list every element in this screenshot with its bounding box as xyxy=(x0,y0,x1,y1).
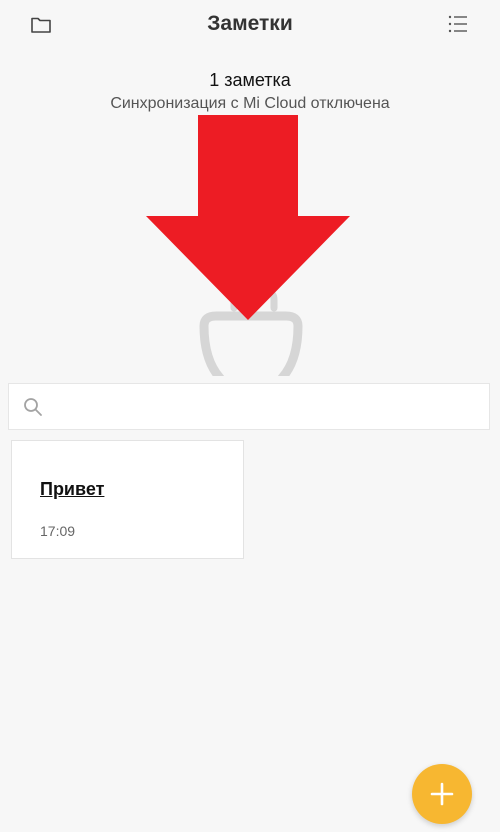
view-menu-button[interactable] xyxy=(443,10,473,38)
search-icon xyxy=(24,398,42,416)
search-input[interactable] xyxy=(53,392,477,424)
note-card[interactable]: Привет 17:09 xyxy=(11,440,244,559)
note-time: 17:09 xyxy=(40,523,76,539)
plus-icon xyxy=(430,782,454,806)
add-note-button[interactable] xyxy=(412,764,472,824)
notes-count: 1 заметка xyxy=(209,70,291,90)
top-bar: Заметки xyxy=(0,0,500,48)
sync-status-text: Синхронизация с Mi Cloud отключена xyxy=(110,95,390,112)
list-menu-icon xyxy=(448,15,467,33)
note-title: Привет xyxy=(40,479,105,499)
down-arrow-icon xyxy=(146,115,350,320)
search-bar[interactable] xyxy=(8,383,490,430)
page-title: Заметки xyxy=(207,12,293,35)
